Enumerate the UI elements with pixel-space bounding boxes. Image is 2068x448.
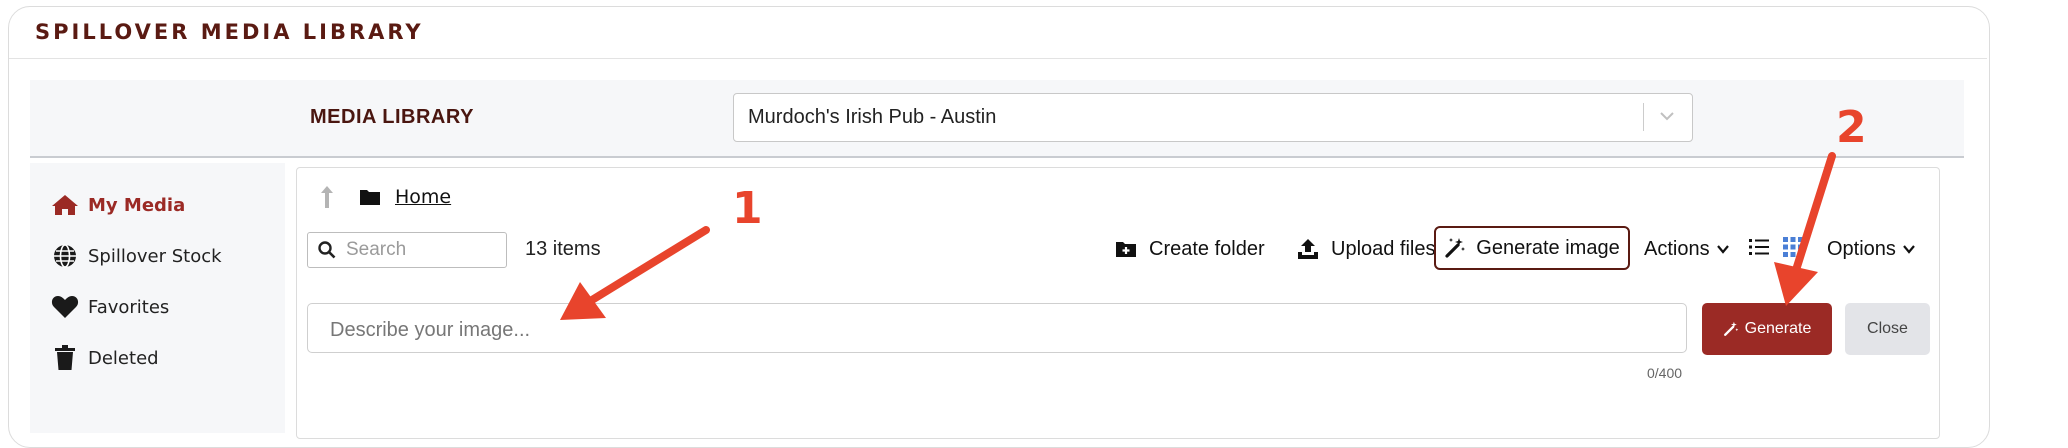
annotation-arrows	[560, 152, 1836, 320]
annotation-arrow-2	[1792, 152, 1836, 274]
annotation-number-2: 2	[1836, 102, 1867, 153]
annotation-arrowhead-1	[560, 282, 606, 320]
annotation-arrowhead-2	[1774, 262, 1818, 306]
annotation-arrow-1	[588, 226, 710, 304]
annotation-number-1: 1	[732, 183, 763, 234]
